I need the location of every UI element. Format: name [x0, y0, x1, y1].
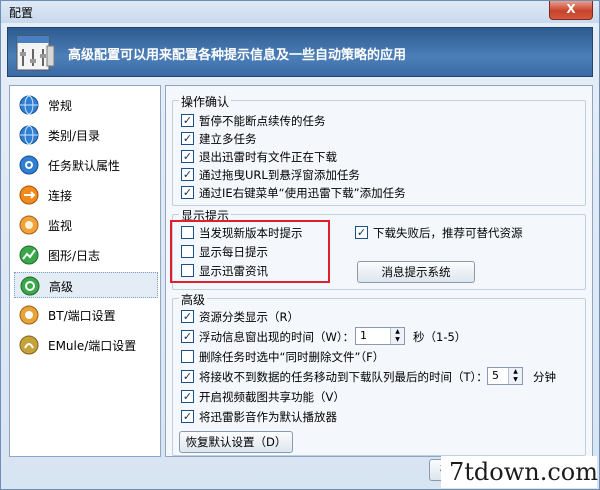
sidebar-item-general[interactable]: 常规	[14, 92, 158, 118]
message-system-button[interactable]: 消息提示系统	[357, 261, 475, 283]
checkbox[interactable]: ✓	[181, 310, 194, 323]
restore-defaults-button[interactable]: 恢复默认设置（D）	[179, 431, 293, 453]
sidebar-item-task-defaults[interactable]: 任务默认属性	[14, 152, 158, 178]
sidebar-item-connection[interactable]: 连接	[14, 182, 158, 208]
monitor-icon	[19, 215, 39, 235]
checkbox[interactable]: ✓	[181, 370, 194, 383]
sidebar-item-label: 连接	[48, 189, 73, 203]
move-time-unit: 分钟	[533, 370, 556, 384]
sidebar-item-advanced[interactable]: 高级	[14, 272, 158, 298]
header-description: 高级配置可以用来配置各种提示信息及一些自动策略的应用	[68, 48, 407, 63]
sidebar-item-label: 类别/目录	[48, 129, 101, 143]
connection-icon	[19, 185, 39, 205]
graph-icon	[19, 245, 39, 265]
checkbox[interactable]: ✓	[355, 226, 368, 239]
config-window: 配置 X 高级配置可以用来配置各种提示信息及一些自动策略的应用 常规 类别/目录	[0, 0, 600, 490]
checkbox[interactable]: ✓	[181, 168, 194, 181]
sidebar-item-label: 图形/日志	[48, 249, 101, 263]
sidebar-item-label: BT/端口设置	[48, 309, 116, 323]
checkbox[interactable]: ✓	[181, 114, 194, 127]
checkbox[interactable]: ✓	[181, 132, 194, 145]
float-time-unit: 秒（1-5）	[413, 330, 467, 344]
gear-icon	[19, 155, 39, 175]
settings-panel-icon	[16, 35, 55, 71]
bt-icon	[19, 305, 39, 325]
sidebar: 常规 类别/目录 任务默认属性 连接 监视 图形/日志 高级 BT/端口设置 E…	[9, 85, 161, 457]
advanced-icon	[20, 276, 40, 296]
group-title: 高级	[179, 291, 208, 308]
spin-arrows-icon[interactable]: ▲ ▼	[390, 328, 404, 344]
checkbox[interactable]: ✓	[181, 186, 194, 199]
sidebar-item-label: 监视	[48, 219, 73, 233]
checkbox[interactable]	[181, 350, 194, 363]
emule-icon	[19, 335, 39, 355]
window-title: 配置	[9, 6, 34, 20]
highlight-annotation	[170, 220, 330, 283]
float-time-stepper[interactable]: 1 ▲ ▼	[355, 327, 405, 345]
header-banner: 高级配置可以用来配置各种提示信息及一些自动策略的应用	[7, 27, 593, 77]
sidebar-item-label: 任务默认属性	[48, 159, 121, 173]
sidebar-item-label: 常规	[48, 99, 73, 113]
close-button[interactable]: X	[549, 1, 593, 20]
sidebar-item-category[interactable]: 类别/目录	[14, 122, 158, 148]
site-watermark: 7tdown.com	[441, 456, 598, 488]
globe-icon	[19, 95, 39, 115]
sidebar-item-label: 高级	[49, 280, 74, 294]
sidebar-item-emule-port[interactable]: EMule/端口设置	[14, 332, 158, 358]
title-bar: 配置 X	[1, 1, 599, 23]
sidebar-item-monitor[interactable]: 监视	[14, 212, 158, 238]
spin-arrows-icon[interactable]: ▲ ▼	[508, 368, 522, 384]
move-time-stepper[interactable]: 5 ▲ ▼	[487, 367, 523, 385]
checkbox[interactable]: ✓	[181, 390, 194, 403]
globe-icon	[19, 125, 39, 145]
group-title: 操作确认	[179, 93, 232, 110]
checkbox[interactable]: ✓	[181, 410, 194, 423]
checkbox[interactable]: ✓	[181, 150, 194, 163]
sidebar-item-bt-port[interactable]: BT/端口设置	[14, 302, 158, 328]
sidebar-item-label: EMule/端口设置	[48, 339, 137, 353]
checkbox[interactable]: ✓	[181, 330, 194, 343]
advanced-group: 高级 ✓ 资源分类显示（R） ✓ 浮动信息窗出现的时间（W）： 1 ▲ ▼ 秒（1…	[172, 291, 586, 456]
operation-confirm-group: 操作确认 ✓ 暂停不能断点续传的任务 ✓ 建立多任务 ✓ 退出迅雷时有文件正在下…	[172, 93, 586, 206]
sidebar-item-graph-log[interactable]: 图形/日志	[14, 242, 158, 268]
